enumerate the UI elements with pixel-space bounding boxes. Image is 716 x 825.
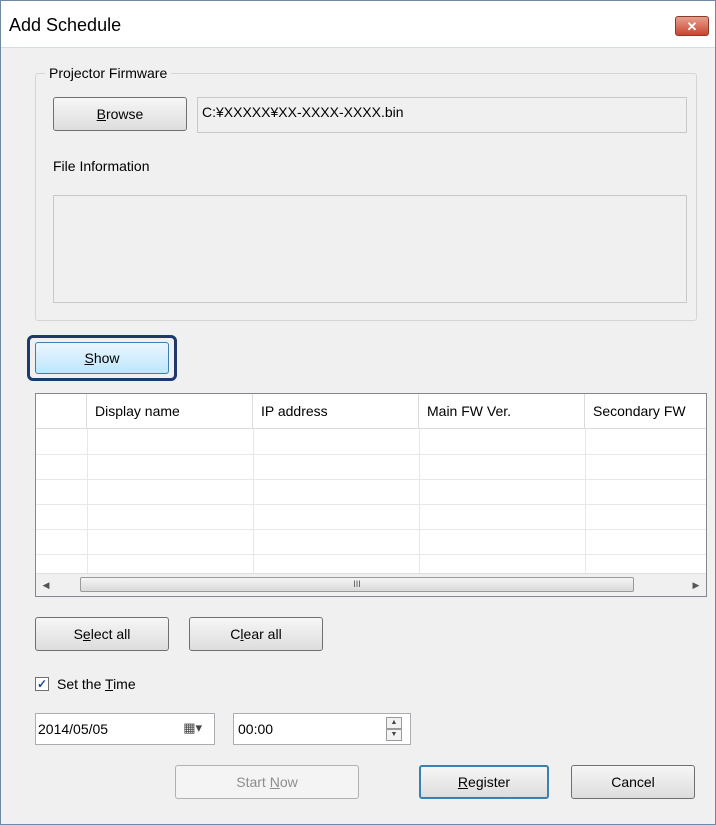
grid-header: Display name IP address Main FW Ver. Sec… [36, 394, 706, 429]
add-schedule-dialog: Add Schedule ✕ Projector Firmware Browse… [0, 0, 716, 825]
horizontal-scrollbar[interactable]: ◀ III ▶ [36, 573, 706, 596]
table-row[interactable] [36, 479, 706, 505]
scroll-thumb[interactable]: III [80, 577, 634, 592]
select-all-label-post: lect all [90, 626, 131, 642]
browse-label-post: rowse [105, 106, 144, 122]
column-divider [585, 429, 586, 575]
projector-list-grid[interactable]: Display name IP address Main FW Ver. Sec… [35, 393, 707, 597]
register-button[interactable]: Register [419, 765, 549, 799]
start-now-label-pre: Start [236, 774, 270, 790]
file-information-label: File Information [53, 158, 150, 174]
register-label-post: egister [468, 774, 511, 790]
start-now-label-mnemonic: N [269, 774, 280, 790]
set-time-label-pre: Set the [57, 676, 106, 692]
time-picker[interactable]: 00:00 ▲ ▼ [233, 713, 411, 745]
column-divider [253, 429, 254, 575]
start-now-label-post: ow [279, 774, 298, 790]
grid-body[interactable] [36, 429, 706, 575]
select-all-label-pre: S [73, 626, 83, 642]
set-time-label-post: ime [113, 676, 136, 692]
dialog-title: Add Schedule [9, 15, 122, 35]
register-label-mnemonic: R [457, 774, 469, 790]
clear-all-button[interactable]: Clear all [189, 617, 323, 651]
clear-all-label-post: ear all [243, 626, 282, 642]
cancel-button[interactable]: Cancel [571, 765, 695, 799]
column-divider [87, 429, 88, 575]
column-header-display-name[interactable]: Display name [87, 394, 253, 428]
show-button[interactable]: Show [35, 342, 169, 374]
set-time-checkbox[interactable]: ✓ [35, 677, 49, 691]
table-row[interactable] [36, 429, 706, 455]
time-decrease-button[interactable]: ▼ [386, 729, 402, 741]
set-time-label[interactable]: Set the Time [57, 676, 136, 692]
scroll-right-arrow-icon[interactable]: ▶ [688, 577, 704, 593]
title-bar[interactable]: Add Schedule ✕ [1, 1, 715, 48]
table-row[interactable] [36, 504, 706, 530]
firmware-path-field: C:¥XXXXX¥XX-XXXX-XXXX.bin [197, 97, 687, 133]
checkmark-icon: ✓ [36, 677, 48, 691]
date-value: 2014/05/05 [38, 721, 109, 737]
date-picker[interactable]: 2014/05/05 ▦▾ [35, 713, 215, 745]
clear-all-label-pre: C [230, 626, 241, 642]
table-row[interactable] [36, 529, 706, 555]
start-now-button[interactable]: Start Now [175, 765, 359, 799]
set-time-label-mnemonic: T [105, 676, 114, 692]
show-label-post: how [93, 350, 120, 366]
column-header-main-fw-ver[interactable]: Main FW Ver. [419, 394, 585, 428]
file-information-box [53, 195, 687, 303]
select-all-button[interactable]: Select all [35, 617, 169, 651]
table-row[interactable] [36, 454, 706, 480]
select-all-label-mnemonic: e [82, 626, 91, 642]
spin-down-icon: ▼ [390, 731, 398, 738]
close-icon: ✕ [686, 19, 698, 34]
projector-firmware-label: Projector Firmware [45, 65, 172, 81]
spin-up-icon: ▲ [390, 719, 398, 726]
column-header-select[interactable] [36, 394, 87, 428]
time-increase-button[interactable]: ▲ [386, 717, 402, 729]
scroll-left-arrow-icon[interactable]: ◀ [38, 577, 54, 593]
browse-label-mnemonic: B [96, 106, 106, 122]
time-value: 00:00 [238, 721, 274, 737]
calendar-dropdown-icon[interactable]: ▦▾ [183, 720, 202, 736]
column-header-secondary-fw[interactable]: Secondary FW [585, 394, 706, 428]
show-label-mnemonic: S [84, 350, 94, 366]
browse-button[interactable]: Browse [53, 97, 187, 131]
column-header-ip-address[interactable]: IP address [253, 394, 419, 428]
column-divider [419, 429, 420, 575]
close-button[interactable]: ✕ [675, 16, 709, 36]
